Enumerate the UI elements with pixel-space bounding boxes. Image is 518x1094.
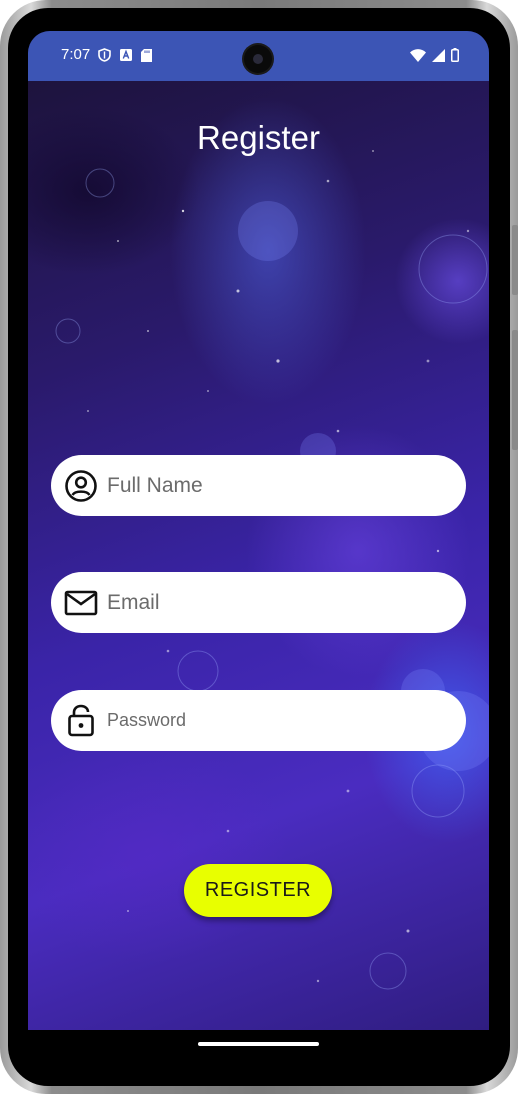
home-indicator[interactable] xyxy=(198,1042,319,1046)
register-button[interactable]: REGISTER xyxy=(184,864,332,917)
app-screen: 7:07 Register Full Name Email Password R… xyxy=(28,31,489,1030)
status-icons-right xyxy=(410,48,459,62)
password-field[interactable]: Password xyxy=(51,690,466,751)
status-icons-left xyxy=(98,48,152,62)
lock-open-icon xyxy=(68,704,94,737)
full-name-field[interactable]: Full Name xyxy=(51,455,466,516)
power-button xyxy=(512,225,518,295)
front-camera xyxy=(244,45,272,73)
battery-icon xyxy=(451,48,459,62)
mail-icon xyxy=(64,590,98,616)
sd-card-icon xyxy=(141,48,152,62)
status-bar: 7:07 xyxy=(28,31,489,81)
wifi-icon xyxy=(410,48,426,62)
page-title: Register xyxy=(197,119,320,156)
account-circle-icon xyxy=(65,470,97,502)
password-input[interactable]: Password xyxy=(107,690,186,751)
email-input[interactable]: Email xyxy=(107,572,160,633)
navigation-bar xyxy=(28,1030,489,1066)
status-time: 7:07 xyxy=(61,46,91,63)
shield-icon xyxy=(98,48,111,62)
volume-button xyxy=(512,330,518,450)
full-name-input[interactable]: Full Name xyxy=(107,455,203,516)
email-field[interactable]: Email xyxy=(51,572,466,633)
a-badge-icon xyxy=(120,49,132,61)
signal-icon xyxy=(432,48,445,62)
